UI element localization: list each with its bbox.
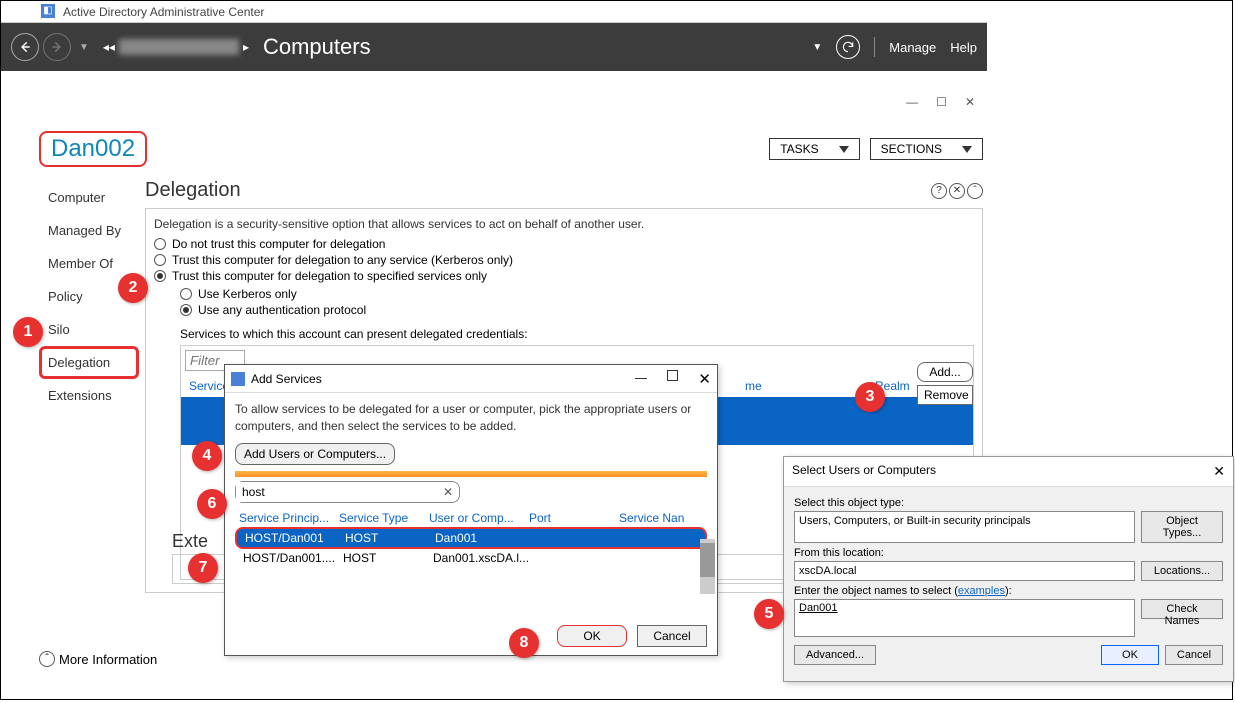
callout-5: 5 — [754, 599, 784, 629]
chevron-up-icon: ˆ — [39, 651, 55, 667]
object-types-button[interactable]: Object Types... — [1141, 511, 1223, 543]
help-icon[interactable]: ? — [931, 183, 947, 199]
tasks-dropdown[interactable]: TASKS — [769, 138, 859, 160]
services-label: Services to which this account can prese… — [180, 327, 974, 341]
add-services-dialog: Add Services ✕ To allow services to be d… — [224, 364, 718, 656]
nav-rewind[interactable]: ◂◂ — [103, 40, 115, 54]
more-information[interactable]: ˆ More Information — [39, 651, 157, 667]
dialog-minimize[interactable] — [635, 378, 647, 380]
nav-back-button[interactable] — [11, 33, 39, 61]
triangle-down-icon — [962, 146, 972, 153]
object-names-input[interactable]: Dan001 — [794, 599, 1135, 637]
callout-8: 8 — [509, 628, 539, 658]
breadcrumb: ◂◂ ▸ Computers — [103, 34, 371, 60]
dialog-icon — [231, 372, 245, 386]
refresh-button[interactable] — [836, 35, 860, 59]
side-tabs: Computer Managed By Member Of Policy Sil… — [39, 179, 139, 593]
chevron-right-icon: ▸ — [243, 40, 249, 54]
help-menu[interactable]: Help — [950, 40, 977, 55]
nav-history-dropdown[interactable]: ▼ — [79, 42, 89, 53]
callout-2: 2 — [118, 273, 148, 303]
extensions-title: Exte — [172, 531, 208, 551]
cancel-button[interactable]: Cancel — [637, 625, 707, 647]
obj-type-label: Select this object type: — [794, 497, 1223, 509]
manage-menu[interactable]: Manage — [889, 40, 936, 55]
dialog-title: Add Services — [251, 372, 322, 386]
advanced-button[interactable]: Advanced... — [794, 645, 876, 665]
callout-1: 1 — [13, 317, 43, 347]
minimize-button[interactable]: — — [906, 95, 918, 109]
col-name[interactable]: me — [745, 379, 835, 393]
radio-kerberos-only[interactable] — [180, 288, 192, 300]
callout-3: 3 — [855, 382, 885, 412]
col-user[interactable]: User or Comp... — [425, 509, 525, 527]
radio-any-protocol[interactable] — [180, 304, 192, 316]
collapse-icon[interactable]: ˆ — [967, 183, 983, 199]
remove-button[interactable]: Remove — [917, 385, 973, 405]
close-section-icon[interactable]: ✕ — [949, 183, 965, 199]
su-close-button[interactable]: ✕ — [1213, 463, 1225, 480]
service-row-1[interactable]: HOST/Dan001 HOST Dan001 — [235, 527, 707, 549]
tab-extensions[interactable]: Extensions — [39, 379, 139, 412]
add-button[interactable]: Add... — [917, 362, 973, 382]
breadcrumb-computers[interactable]: Computers — [263, 34, 371, 60]
service-row-2[interactable]: HOST/Dan001.... HOST Dan001.xscDA.l... — [235, 549, 707, 567]
sections-dropdown[interactable]: SECTIONS — [870, 138, 983, 160]
clear-filter-icon[interactable]: ✕ — [437, 485, 459, 499]
col-type[interactable]: Service Type — [335, 509, 425, 527]
titlebar: ◧ Active Directory Administrative Center — [1, 1, 987, 23]
add-users-computers-button[interactable]: Add Users or Computers... — [235, 443, 395, 465]
tab-silo[interactable]: Silo — [39, 313, 139, 346]
su-ok-button[interactable]: OK — [1101, 645, 1159, 665]
section-title: Delegation — [145, 179, 241, 202]
filter-text-input[interactable] — [236, 482, 431, 502]
dialog-close[interactable]: ✕ — [698, 370, 711, 388]
nav-dropdown-icon[interactable]: ▼ — [812, 42, 822, 53]
callout-6: 6 — [197, 489, 227, 519]
dialog-desc: To allow services to be delegated for a … — [235, 401, 707, 435]
names-label: Enter the object names to select (exampl… — [794, 585, 1223, 597]
dialog-maximize[interactable] — [667, 370, 678, 381]
triangle-down-icon — [839, 146, 849, 153]
delegation-desc: Delegation is a security-sensitive optio… — [154, 217, 974, 231]
navbar: ▼ ◂◂ ▸ Computers ▼ Manage Help — [1, 23, 987, 71]
radio-no-trust[interactable] — [154, 238, 166, 250]
su-cancel-button[interactable]: Cancel — [1165, 645, 1223, 665]
locations-button[interactable]: Locations... — [1141, 561, 1223, 581]
window-title: Active Directory Administrative Center — [63, 5, 264, 19]
maximize-button[interactable]: ☐ — [936, 95, 947, 109]
service-filter-input[interactable]: ✕ — [235, 481, 460, 503]
select-users-dialog: Select Users or Computers ✕ Select this … — [783, 456, 1234, 682]
callout-7: 7 — [188, 553, 218, 583]
tab-computer[interactable]: Computer — [39, 181, 139, 214]
check-names-button[interactable]: Check Names — [1141, 599, 1223, 619]
object-title: Dan002 — [39, 131, 147, 167]
app-icon: ◧ — [41, 4, 55, 18]
tab-delegation[interactable]: Delegation — [39, 346, 139, 379]
callout-4: 4 — [192, 441, 222, 471]
location-field: xscDA.local — [794, 561, 1135, 581]
col-svcname[interactable]: Service Nan — [615, 509, 695, 527]
breadcrumb-redacted — [119, 39, 239, 55]
radio-trust-specified[interactable] — [154, 270, 166, 282]
ok-button[interactable]: OK — [557, 625, 627, 647]
progress-bar — [235, 471, 707, 477]
tab-managed-by[interactable]: Managed By — [39, 214, 139, 247]
examples-link[interactable]: examples — [958, 585, 1005, 597]
service-list-header: Service Princip... Service Type User or … — [235, 509, 707, 527]
location-label: From this location: — [794, 547, 1223, 559]
col-spn[interactable]: Service Princip... — [235, 509, 335, 527]
nav-forward-button[interactable] — [43, 33, 71, 61]
col-port[interactable]: Port — [525, 509, 615, 527]
su-title: Select Users or Computers — [792, 463, 936, 480]
property-window-controls: — ☐ ✕ — [906, 95, 985, 109]
obj-type-field: Users, Computers, or Built-in security p… — [794, 511, 1135, 543]
scrollbar[interactable] — [700, 539, 715, 594]
radio-trust-any[interactable] — [154, 254, 166, 266]
close-button[interactable]: ✕ — [965, 95, 975, 109]
